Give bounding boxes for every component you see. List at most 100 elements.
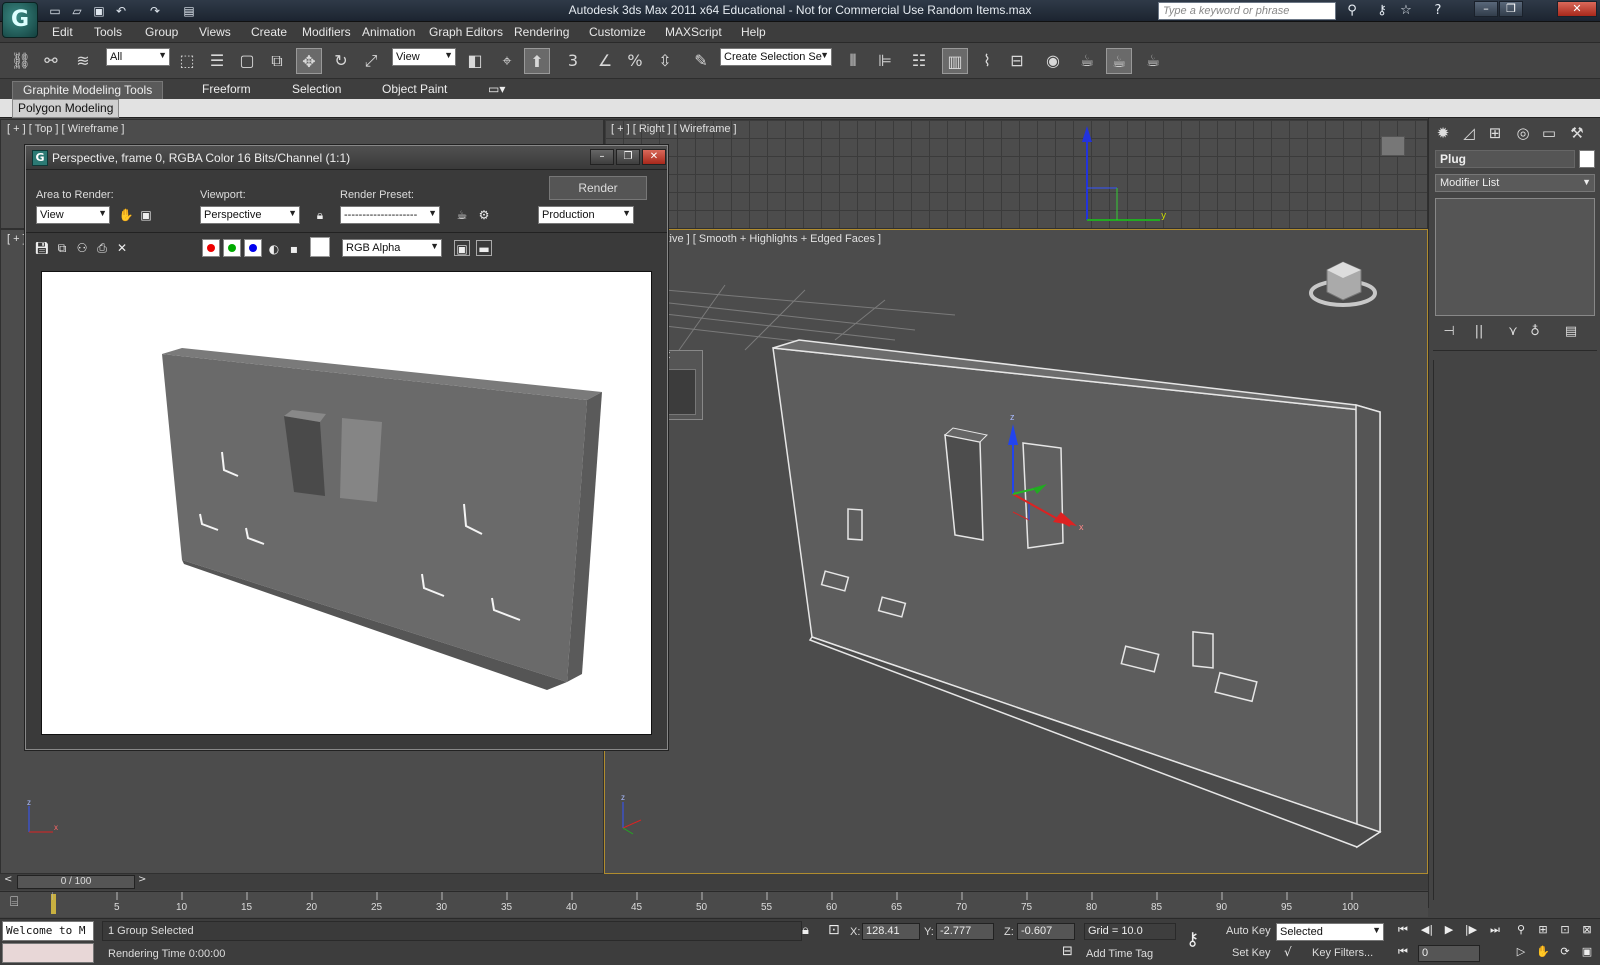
- close-button[interactable]: ✕: [1557, 1, 1597, 17]
- orbit-icon[interactable]: ⟳: [1556, 945, 1574, 961]
- curve-editor-icon[interactable]: ⌇: [974, 48, 1000, 74]
- maxscript-output[interactable]: [2, 943, 94, 963]
- next-frame-icon[interactable]: |▶: [1462, 923, 1480, 939]
- render-production-icon[interactable]: ☕: [1140, 48, 1166, 74]
- render-preset-dropdown[interactable]: -------------------- ▼: [340, 206, 440, 224]
- new-file-icon[interactable]: ▭: [46, 3, 64, 19]
- help-icon[interactable]: ?: [1428, 2, 1448, 20]
- render-window-titlebar[interactable]: G Perspective, frame 0, RGBA Color 16 Bi…: [26, 146, 667, 170]
- layer-manager-icon[interactable]: ☷: [906, 48, 932, 74]
- select-manipulate-icon[interactable]: ⌖: [494, 48, 520, 74]
- menu-customize[interactable]: Customize: [589, 25, 646, 39]
- graphite-toggle-icon[interactable]: ▥: [942, 48, 968, 74]
- z-coordinate-field[interactable]: -0.607: [1017, 923, 1075, 940]
- rendered-frame-window[interactable]: G Perspective, frame 0, RGBA Color 16 Bi…: [25, 145, 668, 750]
- render-button[interactable]: Render: [549, 176, 647, 200]
- zoom-all-icon[interactable]: ⊞: [1534, 923, 1552, 939]
- object-name-field[interactable]: Plug: [1435, 150, 1575, 168]
- tab-graphite-modeling-tools[interactable]: Graphite Modeling Tools: [12, 81, 164, 99]
- display-tab-icon[interactable]: ▭: [1537, 122, 1561, 144]
- window-crossing-icon[interactable]: ⧉: [264, 48, 290, 74]
- select-object-icon[interactable]: ⬚: [174, 48, 200, 74]
- key-mode-toggle-icon[interactable]: ⏮: [1394, 945, 1412, 961]
- alpha-channel-icon[interactable]: ◐: [266, 241, 282, 257]
- select-by-name-icon[interactable]: ☰: [204, 48, 230, 74]
- edit-named-selection-icon[interactable]: ✎: [688, 48, 714, 74]
- spinner-snap-icon[interactable]: ⇳: [652, 48, 678, 74]
- modifier-list-dropdown[interactable]: Modifier List ▼: [1435, 174, 1595, 192]
- set-key-icon[interactable]: ⚷: [1186, 929, 1199, 950]
- green-channel-toggle[interactable]: [223, 239, 241, 257]
- zoom-extents-icon[interactable]: ⊡: [1556, 923, 1574, 939]
- make-unique-icon[interactable]: ⋎: [1503, 324, 1523, 342]
- search-input[interactable]: Type a keyword or phrase: [1158, 2, 1336, 20]
- auto-key-button[interactable]: Auto Key: [1226, 925, 1271, 937]
- rendered-frame-window-icon[interactable]: ☕: [1106, 48, 1132, 74]
- x-coordinate-field[interactable]: 128.41: [862, 923, 920, 940]
- render-maximize-button[interactable]: ❐: [616, 149, 640, 165]
- render-setup-icon[interactable]: ☕: [454, 207, 470, 223]
- keyboard-shortcut-override-icon[interactable]: ⬆: [524, 48, 550, 74]
- track-bar[interactable]: ⌸ 5 10 15 20 25 30 35 40 45 50 55 60 65 …: [0, 891, 1428, 917]
- viewport-perspective[interactable]: ctive ] [ Smooth + Highlights + Edged Fa…: [604, 229, 1428, 874]
- create-tab-icon[interactable]: ✹: [1431, 122, 1455, 144]
- viewport-right[interactable]: [ + ] [ Right ] [ Wireframe ] y: [604, 119, 1428, 229]
- modifier-stack[interactable]: [1435, 198, 1595, 316]
- menu-create[interactable]: Create: [251, 25, 287, 39]
- menu-maxscript[interactable]: MAXScript: [665, 25, 722, 39]
- area-to-render-dropdown[interactable]: View ▼: [36, 206, 110, 224]
- color-swatch[interactable]: [310, 237, 330, 257]
- tab-selection[interactable]: Selection: [282, 81, 351, 99]
- menu-group[interactable]: Group: [145, 25, 178, 39]
- render-close-button[interactable]: ✕: [642, 149, 666, 165]
- red-channel-toggle[interactable]: [202, 239, 220, 257]
- viewcube[interactable]: [1309, 261, 1377, 307]
- toggle-ui-overlay-icon[interactable]: ▣: [454, 240, 470, 256]
- mirror-icon[interactable]: ⫴: [840, 48, 866, 74]
- viewport-label-right[interactable]: [ + ] [ Right ] [ Wireframe ]: [611, 123, 737, 135]
- key-filters-button[interactable]: Key Filters...: [1312, 947, 1373, 959]
- configure-modifier-sets-icon[interactable]: ▤: [1561, 324, 1581, 342]
- tab-object-paint[interactable]: Object Paint: [372, 81, 457, 99]
- y-coordinate-field[interactable]: -2.777: [936, 923, 994, 940]
- reference-coordinate-dropdown[interactable]: View ▼: [392, 48, 456, 66]
- menu-views[interactable]: Views: [199, 25, 231, 39]
- go-to-start-icon[interactable]: ⏮: [1394, 923, 1412, 939]
- link-icon[interactable]: ⛓: [8, 48, 34, 74]
- lock-selection-icon[interactable]: 🔒︎: [802, 923, 809, 938]
- mini-curve-editor-icon[interactable]: ⌸: [10, 894, 18, 910]
- set-key-button[interactable]: Set Key: [1232, 947, 1271, 959]
- copy-image-icon[interactable]: ⧉: [54, 240, 70, 256]
- object-color-swatch[interactable]: [1579, 150, 1595, 168]
- align-icon[interactable]: ⊫: [872, 48, 898, 74]
- material-editor-icon[interactable]: ◉: [1040, 48, 1066, 74]
- unlink-icon[interactable]: ⚯: [38, 48, 64, 74]
- open-file-icon[interactable]: ▱: [68, 3, 86, 19]
- ribbon-options-icon[interactable]: ▭▾: [478, 81, 515, 99]
- auto-region-icon[interactable]: ▣: [138, 207, 154, 223]
- clone-window-icon[interactable]: ⚇: [74, 240, 90, 256]
- maximize-viewport-icon[interactable]: ▣: [1578, 945, 1596, 961]
- key-mode-dropdown[interactable]: Selected ▼: [1276, 923, 1384, 941]
- viewport-dropdown[interactable]: Perspective ▼: [200, 206, 300, 224]
- clear-icon[interactable]: ✕: [114, 240, 130, 256]
- render-minimize-button[interactable]: –: [590, 149, 614, 165]
- zoom-icon[interactable]: ⚲: [1512, 923, 1530, 939]
- bind-space-warp-icon[interactable]: ≋: [70, 48, 96, 74]
- blue-channel-toggle[interactable]: [244, 239, 262, 257]
- project-folder-icon[interactable]: ▤: [180, 3, 198, 19]
- menu-animation[interactable]: Animation: [362, 25, 415, 39]
- pivot-center-icon[interactable]: ◧: [462, 48, 488, 74]
- key-icon[interactable]: ⚷: [1372, 2, 1392, 20]
- print-image-icon[interactable]: ⎙: [94, 240, 110, 256]
- percent-snap-icon[interactable]: %: [622, 48, 648, 74]
- star-icon[interactable]: ☆: [1396, 2, 1416, 20]
- select-scale-icon[interactable]: ⤢: [358, 48, 384, 74]
- redo-icon[interactable]: ↷: [146, 3, 164, 19]
- restore-button[interactable]: ❐: [1499, 1, 1523, 17]
- maxscript-listener-input[interactable]: Welcome to M: [2, 921, 94, 941]
- current-frame-field[interactable]: 0: [1418, 945, 1480, 962]
- field-of-view-icon[interactable]: ▷: [1512, 945, 1530, 961]
- selection-filter-dropdown[interactable]: All ▼: [106, 48, 170, 66]
- undo-icon[interactable]: ↶: [112, 3, 130, 19]
